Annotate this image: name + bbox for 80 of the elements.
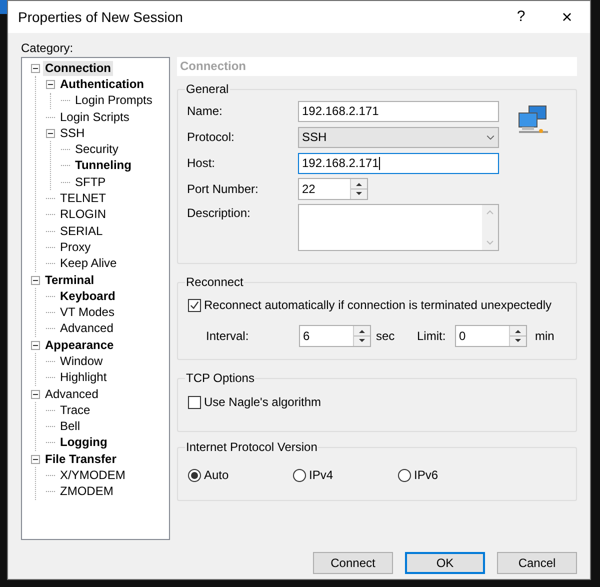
protocol-dropdown[interactable]: SSH	[298, 126, 499, 148]
radio-label[interactable]: IPv4	[309, 466, 334, 484]
tree-item[interactable]: Advanced	[58, 321, 116, 336]
tree-item[interactable]: Keyboard	[58, 288, 118, 304]
description-field[interactable]	[298, 204, 499, 251]
field-label: Host:	[187, 155, 216, 172]
tree-item[interactable]: Keep Alive	[58, 256, 119, 272]
scrollbar-icon	[482, 205, 498, 250]
tree-item[interactable]: File Transfer	[43, 452, 118, 467]
spin-arrows-icon[interactable]	[350, 179, 367, 199]
spin-field[interactable]: 0	[455, 325, 527, 347]
spin-arrows-icon[interactable]	[509, 326, 526, 346]
spin-field[interactable]: 22	[298, 178, 368, 200]
network-computers-icon	[516, 105, 550, 135]
dialog-button[interactable]: OK	[405, 552, 485, 574]
collapse-icon[interactable]	[31, 454, 40, 464]
spin-field[interactable]: 6	[299, 325, 371, 347]
spin-value: 6	[302, 328, 311, 345]
tree-item[interactable]: Appearance	[43, 338, 116, 353]
collapse-icon[interactable]	[31, 390, 40, 399]
radio-button[interactable]	[188, 468, 201, 482]
checkbox[interactable]	[188, 298, 201, 312]
checkbox[interactable]	[188, 396, 201, 408]
radio-label[interactable]: Auto	[204, 466, 229, 484]
tree-item[interactable]: Terminal	[43, 272, 96, 288]
chevron-down-icon	[486, 134, 495, 140]
group-title: TCP Options	[185, 370, 256, 386]
page-header: Connection	[177, 57, 577, 76]
spin-value: 22	[301, 181, 316, 198]
tree-item[interactable]: Window	[58, 354, 105, 369]
text-field[interactable]: 192.168.2.171	[298, 152, 499, 174]
tree-item[interactable]: TELNET	[58, 191, 108, 206]
window-title: Properties of New Session	[18, 8, 184, 27]
tree-item[interactable]: SERIAL	[58, 224, 105, 239]
category-label: Category:	[21, 40, 74, 57]
unit-label: min	[535, 328, 554, 345]
field-label: Port Number:	[187, 181, 260, 198]
tree-item[interactable]: Tunneling	[73, 158, 134, 174]
tree-item[interactable]: RLOGIN	[58, 207, 108, 222]
background-window-edge	[0, 0, 7, 14]
tree-item[interactable]: Proxy	[58, 240, 93, 255]
field-label: Name:	[187, 103, 224, 120]
help-button[interactable]: ?	[498, 6, 544, 28]
checkbox-label[interactable]: Use Nagle's algorithm	[204, 393, 322, 411]
tree-item[interactable]: Connection	[43, 60, 113, 76]
tree-item[interactable]: X/YMODEM	[58, 468, 128, 484]
tree-item[interactable]: SFTP	[73, 174, 108, 190]
dropdown-value: SSH	[302, 129, 328, 146]
text-field[interactable]: 192.168.2.171	[298, 100, 499, 122]
field-label: Protocol:	[187, 129, 236, 146]
tree-item[interactable]: SSH	[58, 126, 87, 141]
checkbox-label[interactable]: Reconnect automatically if connection is terminated unexpectedly	[204, 296, 552, 314]
tree-item[interactable]: Highlight	[58, 370, 109, 386]
tree-item[interactable]: Trace	[58, 402, 92, 418]
dialog-button[interactable]: Cancel	[497, 552, 577, 574]
tree-item[interactable]: VT Modes	[58, 305, 116, 320]
tree-item[interactable]: ZMODEM	[58, 484, 116, 500]
field-label: Limit:	[417, 328, 447, 345]
tree-item[interactable]: Bell	[58, 419, 82, 434]
radio-button[interactable]	[293, 468, 306, 482]
collapse-icon[interactable]	[31, 64, 40, 73]
field-label: Description:	[187, 205, 252, 222]
tree-item[interactable]: Logging	[58, 435, 110, 450]
collapse-icon[interactable]	[46, 128, 55, 138]
collapse-icon[interactable]	[31, 340, 40, 350]
spin-arrows-icon[interactable]	[353, 326, 370, 346]
tree-item[interactable]: Security	[73, 142, 120, 158]
field-label: Interval:	[206, 328, 250, 345]
radio-button[interactable]	[398, 468, 411, 482]
tree-item[interactable]: Advanced	[43, 386, 100, 402]
dialog-button[interactable]: Connect	[313, 552, 393, 574]
radio-label[interactable]: IPv6	[414, 466, 438, 484]
spin-value: 0	[458, 328, 467, 345]
unit-label: sec	[376, 328, 396, 345]
collapse-icon[interactable]	[31, 276, 40, 284]
collapse-icon[interactable]	[46, 80, 55, 89]
tree-item[interactable]: Login Scripts	[58, 110, 132, 125]
tree-item[interactable]: Authentication	[58, 76, 146, 92]
tree-item[interactable]: Login Prompts	[73, 93, 154, 108]
close-button[interactable]: ×	[544, 4, 590, 30]
